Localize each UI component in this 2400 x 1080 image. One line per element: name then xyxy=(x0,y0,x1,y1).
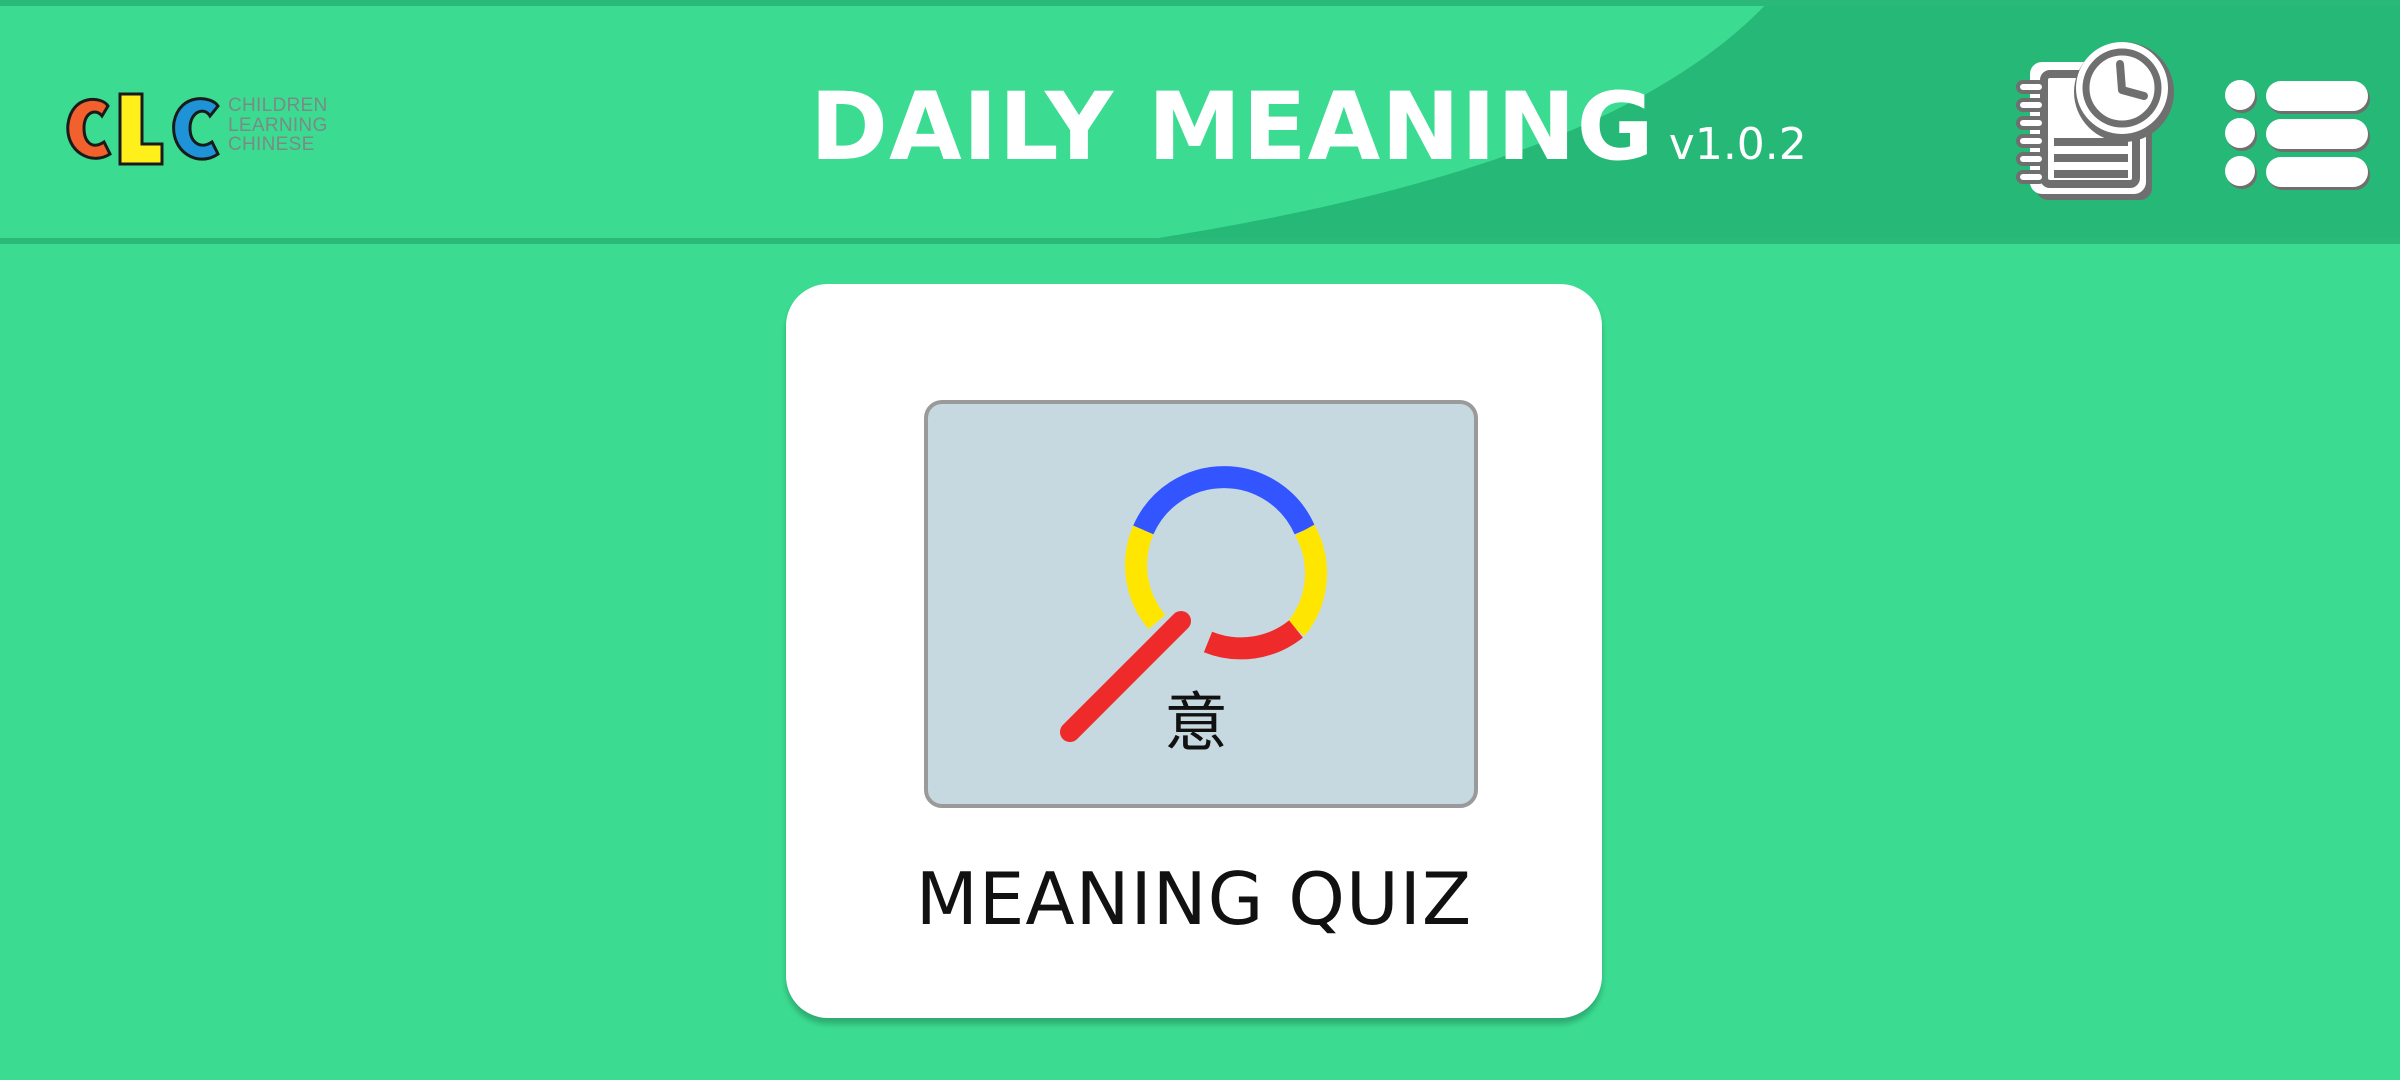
history-button[interactable] xyxy=(2012,38,2182,208)
clc-logo: CHILDREN LEARNING CHINESE xyxy=(62,88,342,168)
thumbnail-character: 意 xyxy=(1164,687,1228,761)
menu-button[interactable] xyxy=(2224,78,2372,192)
app-header: CHILDREN LEARNING CHINESE DAILY MEANING v… xyxy=(0,0,2400,244)
list-menu-icon xyxy=(2225,80,2370,190)
header-top-line xyxy=(0,0,2400,6)
quiz-card-label: MEANING QUIZ xyxy=(915,857,1473,941)
logo-tagline: CHILDREN LEARNING CHINESE xyxy=(228,96,328,155)
logo-line-2: LEARNING xyxy=(228,114,328,136)
notebook-clock-icon xyxy=(2016,42,2174,200)
header-bottom-line xyxy=(0,238,2400,244)
title-group: DAILY MEANING v1.0.2 xyxy=(810,68,1807,188)
quiz-thumbnail: 意 xyxy=(924,400,1478,808)
version-label: v1.0.2 xyxy=(1668,119,1807,170)
meaning-quiz-card[interactable]: 意 MEANING QUIZ xyxy=(786,284,1602,1018)
clc-logo-letters xyxy=(66,92,220,166)
logo-line-3: CHINESE xyxy=(228,134,315,155)
logo-line-1: CHILDREN xyxy=(228,95,328,116)
page-title: DAILY MEANING xyxy=(810,73,1655,182)
